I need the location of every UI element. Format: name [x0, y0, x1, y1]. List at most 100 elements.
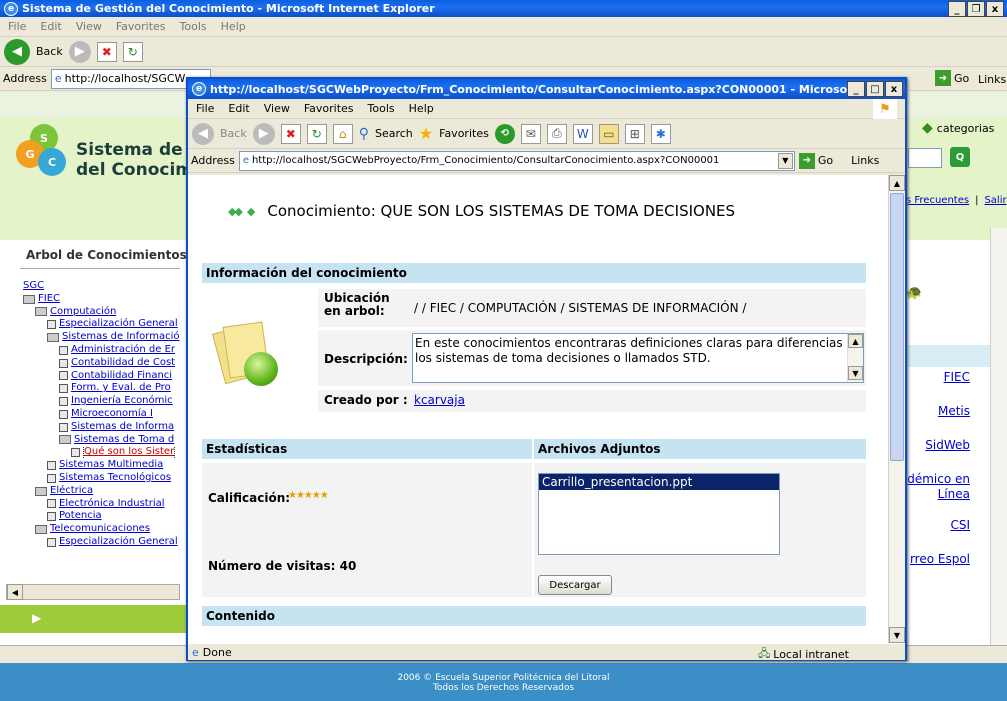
popup-back-label[interactable]: Back [220, 127, 247, 140]
popup-minimize-button[interactable]: _ [847, 81, 865, 97]
menu-view[interactable]: View [76, 20, 102, 33]
home-icon[interactable]: ⌂ [332, 123, 353, 144]
descripcion-textarea[interactable]: En este conocimientos encontraras defini… [412, 333, 864, 383]
popup-close-button[interactable]: x [885, 81, 903, 97]
popup-menu-help[interactable]: Help [409, 102, 434, 115]
right-link[interactable]: CSI [950, 518, 970, 533]
leaf-icon: ◆ [922, 120, 933, 136]
scroll-left-icon[interactable]: ◀ [7, 584, 23, 600]
tree-item-label: Computación [50, 305, 117, 317]
menu-tools[interactable]: Tools [180, 20, 207, 33]
mail-icon[interactable]: ✉ [520, 123, 541, 144]
print-icon[interactable]: ⎙ [546, 123, 567, 144]
tree-item[interactable]: Especialización General [23, 318, 180, 331]
popup-maximize-button[interactable]: □ [866, 81, 884, 97]
tree-item[interactable]: Sistemas Tecnológicos [23, 472, 180, 485]
tree-item-label: Potencia [59, 510, 102, 522]
outer-vscrollbar[interactable] [990, 228, 1007, 660]
folder-icon[interactable]: ▭ [598, 123, 619, 144]
favorites-star-icon[interactable]: ★ [419, 124, 433, 143]
back-label[interactable]: Back [36, 45, 63, 58]
links-label[interactable]: Links [978, 73, 1006, 86]
tree-item[interactable]: Administración de Er [23, 344, 180, 357]
popup-vscrollbar[interactable]: ▲ ▼ [888, 175, 905, 643]
address-dropdown-icon[interactable]: ▼ [777, 152, 793, 169]
popup-go-button[interactable]: ➜ Go [798, 152, 833, 169]
menu-file[interactable]: File [8, 20, 26, 33]
salir-link[interactable]: Salir [984, 195, 1006, 206]
tree-item-label: Telecomunicaciones [50, 523, 151, 535]
right-link[interactable]: SidWeb [925, 438, 970, 453]
popup-refresh-icon[interactable]: ↻ [306, 123, 327, 144]
minimize-button[interactable]: _ [948, 1, 966, 17]
descripcion-scrollbar[interactable]: ▲ ▼ [847, 334, 863, 382]
tree-item[interactable]: Potencia [23, 510, 180, 523]
document-icon [59, 358, 68, 368]
history-icon[interactable]: ⟲ [494, 123, 515, 144]
faq-link[interactable]: s Frecuentes [906, 195, 969, 206]
popup-links-label[interactable]: Links [851, 154, 879, 167]
menu-help[interactable]: Help [221, 20, 246, 33]
popup-forward-icon[interactable]: ▶ [252, 122, 275, 145]
tree-item[interactable]: Qué son los Sister [23, 446, 180, 460]
right-link[interactable]: Metis [938, 404, 970, 419]
popup-menu-favorites[interactable]: Favorites [304, 102, 354, 115]
right-link[interactable]: rreo Espol [910, 552, 970, 567]
right-link[interactable]: FIEC [944, 370, 970, 385]
adjuntos-listbox[interactable]: Carrillo_presentacion.ppt [538, 473, 780, 555]
tree-item[interactable]: Eléctrica [23, 485, 180, 498]
restore-button[interactable]: ❐ [967, 1, 985, 17]
messenger-icon[interactable]: ✱ [650, 123, 671, 144]
popup-scroll-down-icon[interactable]: ▼ [889, 627, 905, 643]
tree-item[interactable]: Sistemas de Toma d [23, 434, 180, 447]
creado-link[interactable]: kcarvaja [414, 393, 465, 407]
popup-menu-tools[interactable]: Tools [368, 102, 395, 115]
tree-item[interactable]: Sistemas Multimedia [23, 459, 180, 472]
tree-item[interactable]: Sistemas de Informa [23, 421, 180, 434]
stop-icon[interactable]: ✖ [96, 41, 117, 62]
tree-item[interactable]: Contabilidad Financi [23, 370, 180, 383]
tree-hscrollbar[interactable]: ◀ [6, 584, 180, 600]
outer-go-button[interactable]: ➜ Go [935, 70, 969, 86]
right-link[interactable]: démico en Línea [907, 472, 970, 502]
popup-menu-view[interactable]: View [264, 102, 290, 115]
popup-scroll-thumb[interactable] [890, 193, 904, 461]
popup-address-input[interactable]: e http://localhost/SGCWebProyecto/Frm_Co… [238, 150, 795, 171]
tree-item[interactable]: Electrónica Industrial [23, 498, 180, 511]
tree-item[interactable]: FIEC [23, 293, 180, 306]
site-search-input[interactable] [908, 148, 942, 168]
favorites-label[interactable]: Favorites [439, 127, 489, 140]
menu-edit[interactable]: Edit [40, 20, 61, 33]
search-icon[interactable]: ⚲ [359, 126, 369, 142]
adjunto-item[interactable]: Carrillo_presentacion.ppt [539, 474, 779, 490]
back-icon[interactable]: ◀ [4, 38, 30, 65]
tree-item[interactable]: SGC [23, 280, 180, 293]
categorias-label: categorias [936, 121, 995, 135]
popup-window-controls: _ □ x [847, 81, 903, 97]
forward-icon[interactable]: ▶ [68, 40, 91, 63]
popup-scroll-up-icon[interactable]: ▲ [889, 175, 905, 191]
popup-stop-icon[interactable]: ✖ [280, 123, 301, 144]
menu-favorites[interactable]: Favorites [116, 20, 166, 33]
tree-item[interactable]: Form. y Eval. de Pro [23, 382, 180, 395]
categorias-link[interactable]: ◆ categorias [922, 120, 994, 136]
popup-back-icon[interactable]: ◀ [192, 122, 214, 145]
tree-item[interactable]: Contabilidad de Cost [23, 357, 180, 370]
popup-menu-edit[interactable]: Edit [228, 102, 249, 115]
tree-item[interactable]: Computación [23, 306, 180, 319]
popup-menu-file[interactable]: File [196, 102, 214, 115]
close-button[interactable]: x [986, 1, 1004, 17]
research-icon[interactable]: ⊞ [624, 123, 645, 144]
scroll-up-icon[interactable]: ▲ [848, 334, 863, 348]
tree-item[interactable]: Telecomunicaciones [23, 523, 180, 536]
refresh-icon[interactable]: ↻ [122, 41, 143, 62]
tree-item[interactable]: Especialización General [23, 536, 180, 549]
search-label[interactable]: Search [375, 127, 413, 140]
tree-item[interactable]: Microeconomía I [23, 408, 180, 421]
site-search-button[interactable]: Q [950, 147, 970, 167]
tree-item[interactable]: Ingeniería Económic [23, 395, 180, 408]
edit-icon[interactable]: W [572, 123, 593, 144]
descargar-button[interactable]: Descargar [538, 575, 612, 595]
scroll-down-icon[interactable]: ▼ [848, 366, 863, 380]
tree-item[interactable]: Sistemas de Informació [23, 331, 180, 344]
